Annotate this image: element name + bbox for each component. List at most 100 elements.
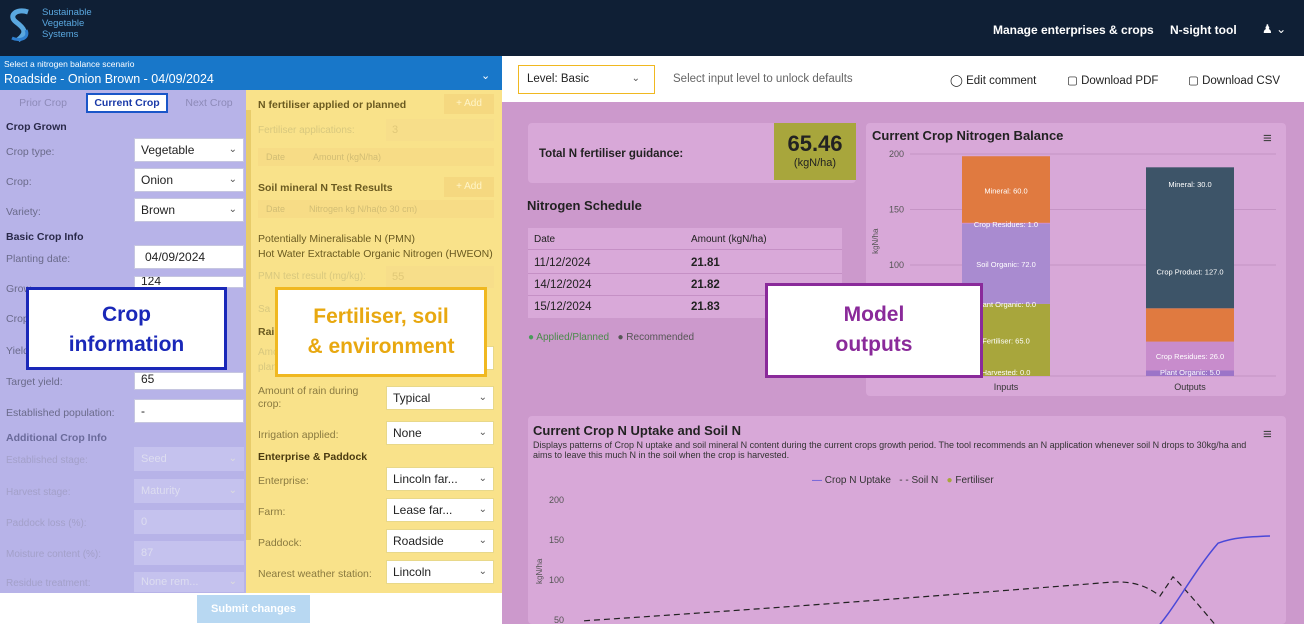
basic-crop-info-title: Basic Crop Info [6, 231, 84, 243]
chevron-down-icon: ⌄ [631, 73, 640, 84]
tab-prior-crop[interactable]: Prior Crop [6, 93, 80, 113]
add-fertiliser-button[interactable]: + Add [444, 94, 494, 114]
logo-line-2: Vegetable [42, 18, 85, 29]
data-label: Harvested: 0.0 [982, 368, 1031, 377]
enterprise-paddock-title: Enterprise & Paddock [258, 451, 368, 463]
nav-manage-enterprises[interactable]: Manage enterprises & crops [993, 23, 1154, 37]
variety-select[interactable]: Brown ⌄ [134, 198, 244, 222]
paddock-loss-input[interactable]: 0 [134, 510, 244, 534]
y-axis-label: kgN/ha [871, 228, 880, 254]
schedule-amount: 21.83 [691, 301, 720, 313]
uptake-legend: — Crop N Uptake - - Soil N ● Fertiliser [812, 475, 994, 486]
download-pdf-button[interactable]: ▢ Download PDF [1067, 73, 1158, 87]
tab-current-crop[interactable]: Current Crop [86, 93, 168, 113]
data-label: Crop Product: 127.0 [1156, 268, 1223, 277]
target-yield-label: Target yield: [6, 376, 63, 388]
farm-select[interactable]: Lease far... ⌄ [386, 498, 494, 522]
y-tick-label: 200 [889, 149, 904, 159]
farm-label: Farm: [258, 506, 286, 518]
data-label: Mineral: 30.0 [1168, 180, 1211, 189]
schedule-date: 15/12/2024 [534, 301, 592, 313]
paddock-label: Paddock: [258, 537, 302, 549]
established-stage-label: Established stage: [6, 455, 88, 466]
logo-line-3: Systems [42, 29, 79, 40]
level-select[interactable]: Level: Basic ⌄ [518, 65, 655, 94]
weather-station-select[interactable]: Lincoln ⌄ [386, 560, 494, 584]
edit-comment-button[interactable]: ◯ Edit comment [950, 73, 1036, 87]
residue-treatment-select[interactable]: None rem... ⌄ [134, 572, 244, 592]
chevron-down-icon: ⌄ [228, 485, 237, 496]
recommended-dot-icon: ● [617, 332, 624, 343]
moisture-content-label: Moisture content (%): [6, 549, 102, 560]
crop-type-select[interactable]: Vegetable ⌄ [134, 138, 244, 162]
planting-date-input[interactable]: 04/09/2024 [134, 245, 244, 269]
established-stage-select[interactable]: Seed ⌄ [134, 447, 244, 471]
model-outputs-annotation: Model outputs [765, 283, 983, 378]
harvest-stage-label: Harvest stage: [6, 487, 71, 498]
chevron-down-icon: ⌄ [478, 473, 487, 484]
paddock-select[interactable]: Roadside ⌄ [386, 529, 494, 553]
add-soil-test-button[interactable]: + Add [444, 177, 494, 197]
nav-nsight-tool[interactable]: N-sight tool [1170, 23, 1237, 37]
schedule-header-amount: Amount (kgN/ha) [691, 234, 767, 245]
chevron-down-icon: ⌄ [1276, 22, 1287, 36]
line-swatch-icon: — [812, 475, 822, 486]
irrigation-select[interactable]: None ⌄ [386, 421, 494, 445]
chevron-down-icon: ⌄ [478, 504, 487, 515]
soil-table-header: Date Nitrogen kg N/ha(to 30 cm) [258, 200, 494, 218]
residue-treatment-label: Residue treatment: [6, 578, 91, 589]
user-menu[interactable]: ♟ ⌄ [1262, 22, 1286, 36]
guidance-unit: (kgN/ha) [793, 157, 837, 169]
crop-n-uptake-line [1159, 535, 1271, 624]
soil-mineral-title: Soil mineral N Test Results [258, 182, 393, 194]
schedule-legend: ● Applied/Planned ● Recommended [528, 332, 695, 343]
panel-scrollbar[interactable] [246, 110, 251, 540]
chevron-down-icon: ⌄ [228, 144, 237, 155]
dash-swatch-icon: - - [899, 475, 909, 486]
y-tick-label: 100 [549, 575, 564, 585]
bar-segment-mineral [1146, 308, 1234, 342]
scenario-value: Roadside - Onion Brown - 04/09/2024 [4, 72, 214, 86]
applied-dot-icon: ● [528, 332, 535, 343]
level-hint: Select input level to unlock defaults [673, 73, 853, 85]
irrigation-label: Irrigation applied: [258, 429, 339, 441]
fertiliser-table-header: Date Amount (kgN/ha) [258, 148, 494, 166]
comment-icon: ◯ [950, 75, 963, 87]
pmn-title: Potentially Mineralisable N (PMN) [258, 233, 415, 245]
guidance-value-box: 65.46 (kgN/ha) [774, 123, 856, 180]
data-label: Mineral: 60.0 [984, 187, 1027, 196]
paddock-loss-label: Paddock loss (%): [6, 518, 87, 529]
rainfall-title: Rai [258, 326, 275, 338]
schedule-date: 14/12/2024 [534, 279, 592, 291]
enterprise-label: Enterprise: [258, 475, 309, 487]
harvest-stage-select[interactable]: Maturity ⌄ [134, 479, 244, 503]
chevron-down-icon: ⌄ [228, 174, 237, 185]
chevron-down-icon: ⌄ [228, 204, 237, 215]
uptake-chart-subtitle: Displays patterns of Crop N uptake and s… [533, 440, 1247, 460]
data-label: Crop Residues: 26.0 [1156, 352, 1224, 361]
y-axis-label: kgN/ha [535, 558, 544, 584]
schedule-amount: 21.81 [691, 257, 720, 269]
established-population-input[interactable]: - [134, 399, 244, 423]
chevron-down-icon: ⌄ [478, 535, 487, 546]
moisture-content-input[interactable]: 87 [134, 541, 244, 565]
y-tick-label: 50 [554, 615, 564, 624]
target-yield-input[interactable]: 65 [134, 372, 244, 390]
pmn-test-input[interactable]: 55 [386, 266, 494, 288]
crop-select[interactable]: Onion ⌄ [134, 168, 244, 192]
fertiliser-applications-input[interactable]: 3 [386, 119, 494, 141]
chart-menu-icon[interactable]: ≡ [1263, 426, 1272, 443]
enterprise-select[interactable]: Lincoln far... ⌄ [386, 467, 494, 491]
rain-amount-select[interactable]: Typical ⌄ [386, 386, 494, 410]
chevron-down-icon: ⌄ [478, 392, 487, 403]
scenario-selector[interactable]: Select a nitrogen balance scenario Roads… [0, 56, 502, 90]
schedule-amount: 21.82 [691, 279, 720, 291]
data-label: Fertiliser: 65.0 [982, 336, 1030, 345]
tab-next-crop[interactable]: Next Crop [172, 93, 246, 113]
fertiliser-dot-icon: ● [946, 475, 953, 486]
uptake-chart-title: Current Crop N Uptake and Soil N [533, 423, 742, 438]
established-population-label: Established population: [6, 407, 115, 419]
download-csv-button[interactable]: ▢ Download CSV [1188, 73, 1280, 87]
planting-date-label: Planting date: [6, 253, 71, 265]
submit-changes-button[interactable]: Submit changes [197, 595, 310, 623]
